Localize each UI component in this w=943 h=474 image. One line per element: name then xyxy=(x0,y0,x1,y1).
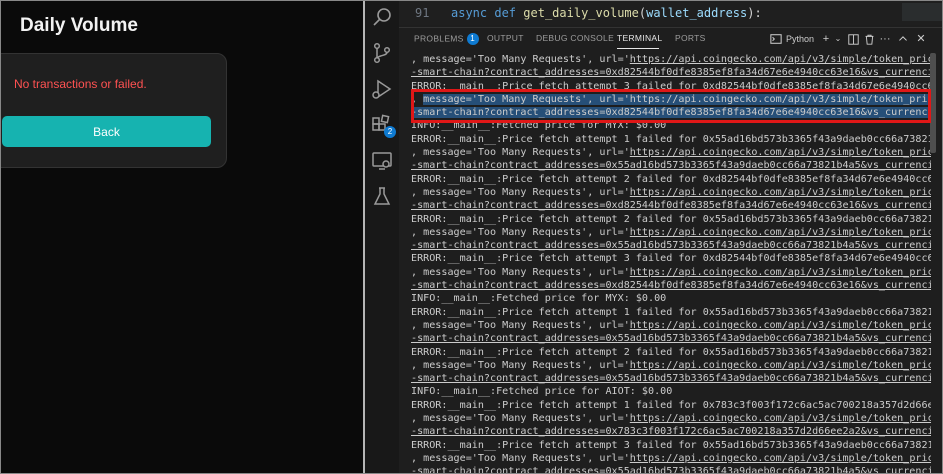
minimap[interactable] xyxy=(902,3,942,21)
tab-terminal[interactable]: TERMINAL xyxy=(617,33,662,43)
terminal-line: , message='Too Many Requests', url='http… xyxy=(411,226,931,239)
back-button[interactable]: Back xyxy=(2,116,211,147)
terminal-output[interactable]: , message='Too Many Requests', url='http… xyxy=(411,53,931,473)
terminal-line: -smart-chain?contract_addresses=0x55ad16… xyxy=(411,159,931,172)
page-title: Daily Volume xyxy=(20,15,138,36)
terminal-line: , message='Too Many Requests', url='http… xyxy=(411,452,931,465)
error-message: No transactions or failed. xyxy=(14,77,147,91)
remote-explorer-icon[interactable] xyxy=(370,149,394,173)
terminal-line: INFO:__main__:Fetched price for MYX: $0.… xyxy=(411,120,667,132)
terminal-line: , message='Too Many Requests', url='http… xyxy=(411,412,931,425)
chevron-down-icon[interactable]: ⌄ xyxy=(831,31,845,47)
split-icon[interactable] xyxy=(846,31,860,47)
terminal-line: -smart-chain?contract_addresses=0xd82544… xyxy=(411,106,931,119)
more-icon[interactable]: ··· xyxy=(878,31,892,47)
terminal-scrollbar[interactable] xyxy=(930,53,936,153)
terminal-link[interactable]: -smart-chain?contract_addresses=0x783c3f… xyxy=(411,426,931,437)
terminal-line: , message='Too Many Requests', url='http… xyxy=(411,93,931,106)
source-control-icon[interactable] xyxy=(370,41,394,65)
code-text: async def get_daily_volume(wallet_addres… xyxy=(451,6,762,20)
terminal-line: INFO:__main__:Fetched price for AIOT: $0… xyxy=(411,386,673,398)
tab-problems[interactable]: PROBLEMS 1 xyxy=(414,33,479,45)
tab-ports[interactable]: PORTS xyxy=(675,33,706,43)
terminal-link[interactable]: https://api.coingecko.com/api/v3/simple/… xyxy=(630,360,931,371)
terminal-line: -smart-chain?contract_addresses=0x55ad16… xyxy=(411,239,931,252)
terminal-link[interactable]: https://api.coingecko.com/api/v3/simple/… xyxy=(630,227,931,238)
panel-actions: Python + ⌄ ··· ✕ xyxy=(769,31,934,47)
terminal-line: -smart-chain?contract_addresses=0x55ad16… xyxy=(411,332,931,345)
shell-selector[interactable]: Python xyxy=(783,31,817,47)
terminal-link[interactable]: -smart-chain?contract_addresses=0x55ad16… xyxy=(411,240,931,251)
terminal-line: -smart-chain?contract_addresses=0xd82544… xyxy=(411,199,931,212)
terminal-link[interactable]: -smart-chain?contract_addresses=0x55ad16… xyxy=(411,333,931,344)
terminal-line: ERROR:__main__:Price fetch attempt 1 fai… xyxy=(411,399,931,411)
terminal-link[interactable]: https://api.coingecko.com/api/v3/simple/… xyxy=(630,147,931,158)
extensions-icon[interactable]: 2 xyxy=(370,113,396,138)
terminal-line: , message='Too Many Requests', url='http… xyxy=(411,359,931,372)
terminal-line: -smart-chain?contract_addresses=0xd82544… xyxy=(411,66,931,79)
close-icon[interactable]: ✕ xyxy=(914,31,928,47)
terminal-line: -smart-chain?contract_addresses=0x55ad16… xyxy=(411,372,931,385)
terminal-link[interactable]: https://api.coingecko.com/api/v3/simple/… xyxy=(630,54,931,65)
terminal-link[interactable]: https://api.coingecko.com/api/v3/simple/… xyxy=(630,187,931,198)
terminal-line: ERROR:__main__:Price fetch attempt 1 fai… xyxy=(411,133,931,145)
terminal-line: INFO:__main__:Fetched price for MYX: $0.… xyxy=(411,293,667,305)
active-tab-indicator xyxy=(617,48,659,49)
terminal-link[interactable]: -smart-chain?contract_addresses=0x55ad16… xyxy=(411,160,931,171)
terminal-line: -smart-chain?contract_addresses=0x783c3f… xyxy=(411,425,931,438)
terminal-line: , message='Too Many Requests', url='http… xyxy=(411,146,931,159)
terminal-line: ERROR:__main__:Price fetch attempt 2 fai… xyxy=(411,173,931,185)
selected-text: message='Too Many Requests', url='https:… xyxy=(423,93,931,105)
terminal-line: ERROR:__main__:Price fetch attempt 3 fai… xyxy=(411,439,931,451)
tab-output[interactable]: OUTPUT xyxy=(487,33,524,43)
terminal-link[interactable]: -smart-chain?contract_addresses=0xd82544… xyxy=(411,200,931,211)
terminal-line: , message='Too Many Requests', url='http… xyxy=(411,186,931,199)
testing-icon[interactable] xyxy=(370,185,394,209)
terminal-line: , message='Too Many Requests', url='http… xyxy=(411,319,931,332)
app-pane: Daily Volume No transactions or failed. … xyxy=(1,1,363,473)
terminal-link[interactable]: -smart-chain?contract_addresses=0xd82544… xyxy=(411,280,931,291)
terminal-link[interactable]: https://api.coingecko.com/api/v3/simple/… xyxy=(630,320,931,331)
terminal-icon xyxy=(769,31,783,47)
result-card: No transactions or failed. Back xyxy=(1,53,227,168)
terminal-link[interactable]: https://api.coingecko.com/api/v3/simple/… xyxy=(630,413,931,424)
terminal-link[interactable]: -smart-chain?contract_addresses=0x55ad16… xyxy=(411,466,931,473)
screenshot-frame: Daily Volume No transactions or failed. … xyxy=(0,0,943,474)
maximize-icon[interactable] xyxy=(896,31,910,47)
problems-badge: 1 xyxy=(466,33,479,45)
terminal-line: ERROR:__main__:Price fetch attempt 2 fai… xyxy=(411,346,931,358)
terminal-line: ERROR:__main__:Price fetch attempt 3 fai… xyxy=(411,253,931,265)
line-number: 91 xyxy=(415,6,430,20)
terminal-line: ERROR:__main__:Price fetch attempt 3 fai… xyxy=(411,80,931,92)
extensions-badge: 2 xyxy=(384,126,396,138)
terminal-line: ERROR:__main__:Price fetch attempt 2 fai… xyxy=(411,213,931,225)
terminal-line: ERROR:__main__:Price fetch attempt 1 fai… xyxy=(411,306,931,318)
terminal-line: , message='Too Many Requests', url='http… xyxy=(411,266,931,279)
terminal-link[interactable]: -smart-chain?contract_addresses=0xd82544… xyxy=(411,67,931,78)
panel-tab-bar: PROBLEMS 1 OUTPUT DEBUG CONSOLE TERMINAL … xyxy=(399,27,942,50)
activity-bar: 2 xyxy=(365,1,399,473)
terminal-line: , message='Too Many Requests', url='http… xyxy=(411,53,931,66)
trash-icon[interactable] xyxy=(862,31,876,47)
selected-text: -smart-chain?contract_addresses=0xd82544… xyxy=(411,107,931,119)
editor-area: 91 async def get_daily_volume(wallet_add… xyxy=(399,1,942,473)
tab-debug-console[interactable]: DEBUG CONSOLE xyxy=(536,33,614,43)
terminal-link[interactable]: https://api.coingecko.com/api/v3/simple/… xyxy=(630,453,931,464)
editor-code-line[interactable]: 91 async def get_daily_volume(wallet_add… xyxy=(399,1,942,25)
terminal-link[interactable]: -smart-chain?contract_addresses=0x55ad16… xyxy=(411,373,931,384)
run-debug-icon[interactable] xyxy=(370,77,394,101)
terminal-link[interactable]: https://api.coingecko.com/api/v3/simple/… xyxy=(630,267,931,278)
search-icon[interactable] xyxy=(370,5,394,29)
terminal-line: -smart-chain?contract_addresses=0xd82544… xyxy=(411,279,931,292)
terminal-line: -smart-chain?contract_addresses=0x55ad16… xyxy=(411,465,931,473)
